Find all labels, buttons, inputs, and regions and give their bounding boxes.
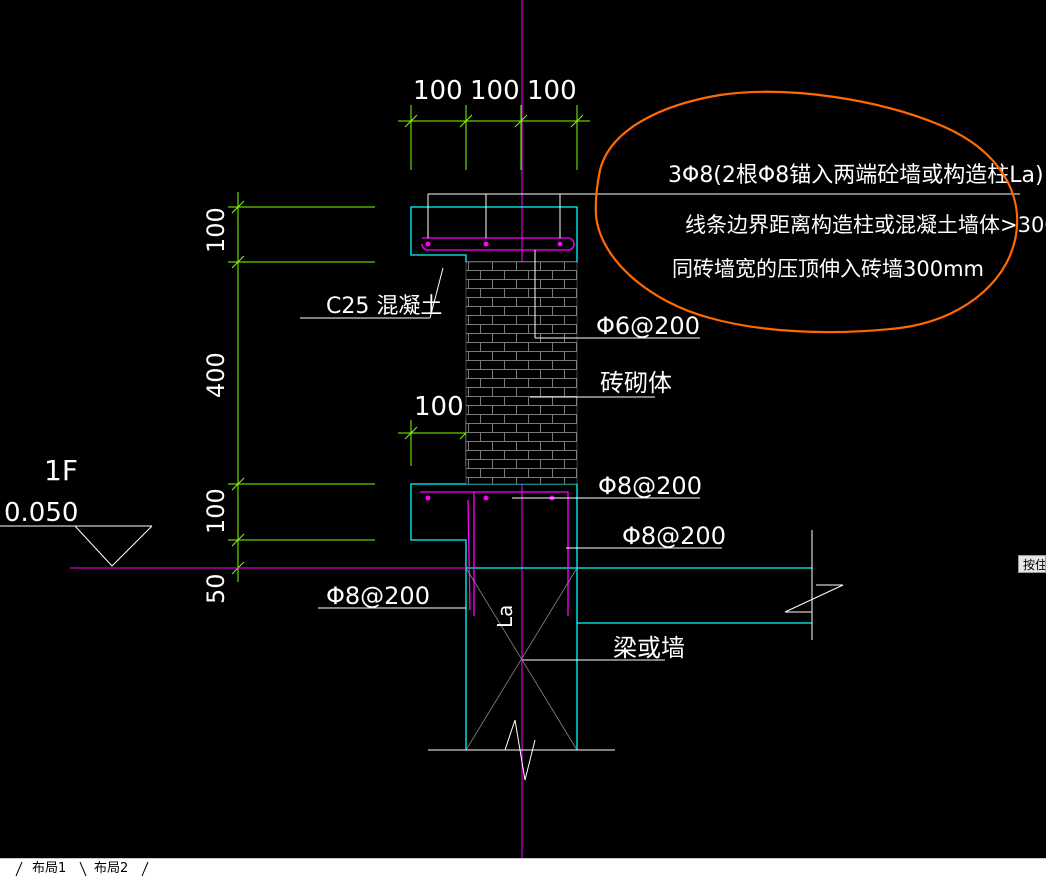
dim-left-400: 400: [202, 352, 230, 398]
tab-separator: [141, 861, 149, 877]
top-dimension-group: [398, 105, 590, 170]
dim-top-1: 100: [413, 76, 463, 106]
level-floor: 1F: [44, 454, 78, 487]
label-beam-or-wall: 梁或墙: [613, 634, 685, 662]
level-elevation: 0.050: [4, 498, 78, 528]
drawing-canvas[interactable]: 100 100 100 100 400 100 50 100 1F 0.050 …: [0, 0, 1046, 858]
revision-cloud: [594, 90, 1019, 334]
label-rebar-top: 3Φ8(2根Φ8锚入两端砼墙或构造柱La): [668, 163, 1044, 188]
label-note-line2: 同砖墙宽的压顶伸入砖墙300mm: [672, 257, 984, 281]
tab-layout2[interactable]: 布局2: [90, 861, 132, 877]
layout-tab-bar: 布局1 布局2: [0, 858, 1046, 879]
dim-top-3: 100: [527, 76, 577, 106]
cad-drawing[interactable]: 100 100 100 100 400 100 50 100 1F 0.050 …: [0, 0, 1046, 858]
label-stirrup-top: Φ6@200: [596, 312, 700, 340]
label-stirrup-mid: Φ8@200: [598, 472, 702, 500]
masonry-wall: [465, 261, 578, 485]
dim-left-100-top: 100: [202, 207, 230, 253]
label-masonry: 砖砌体: [600, 369, 672, 397]
tab-separator: [79, 861, 87, 877]
label-concrete: C25 混凝土: [326, 294, 442, 319]
dim-left-50: 50: [202, 573, 230, 604]
tab-layout1[interactable]: 布局1: [28, 861, 70, 877]
label-anchor: La: [493, 605, 517, 628]
command-hint-tooltip: 按住: [1018, 555, 1046, 573]
ground-level-symbol: [0, 525, 844, 781]
dim-top-2: 100: [470, 76, 520, 106]
tab-separator: [15, 861, 23, 877]
dim-left-100-bottom: 100: [202, 488, 230, 534]
label-stirrup-right: Φ8@200: [622, 522, 726, 550]
dim-middle: 100: [414, 392, 464, 422]
label-stirrup-left: Φ8@200: [326, 582, 430, 610]
label-note-line1: 线条边界距离构造柱或混凝土墙体>300时,: [685, 213, 1046, 237]
